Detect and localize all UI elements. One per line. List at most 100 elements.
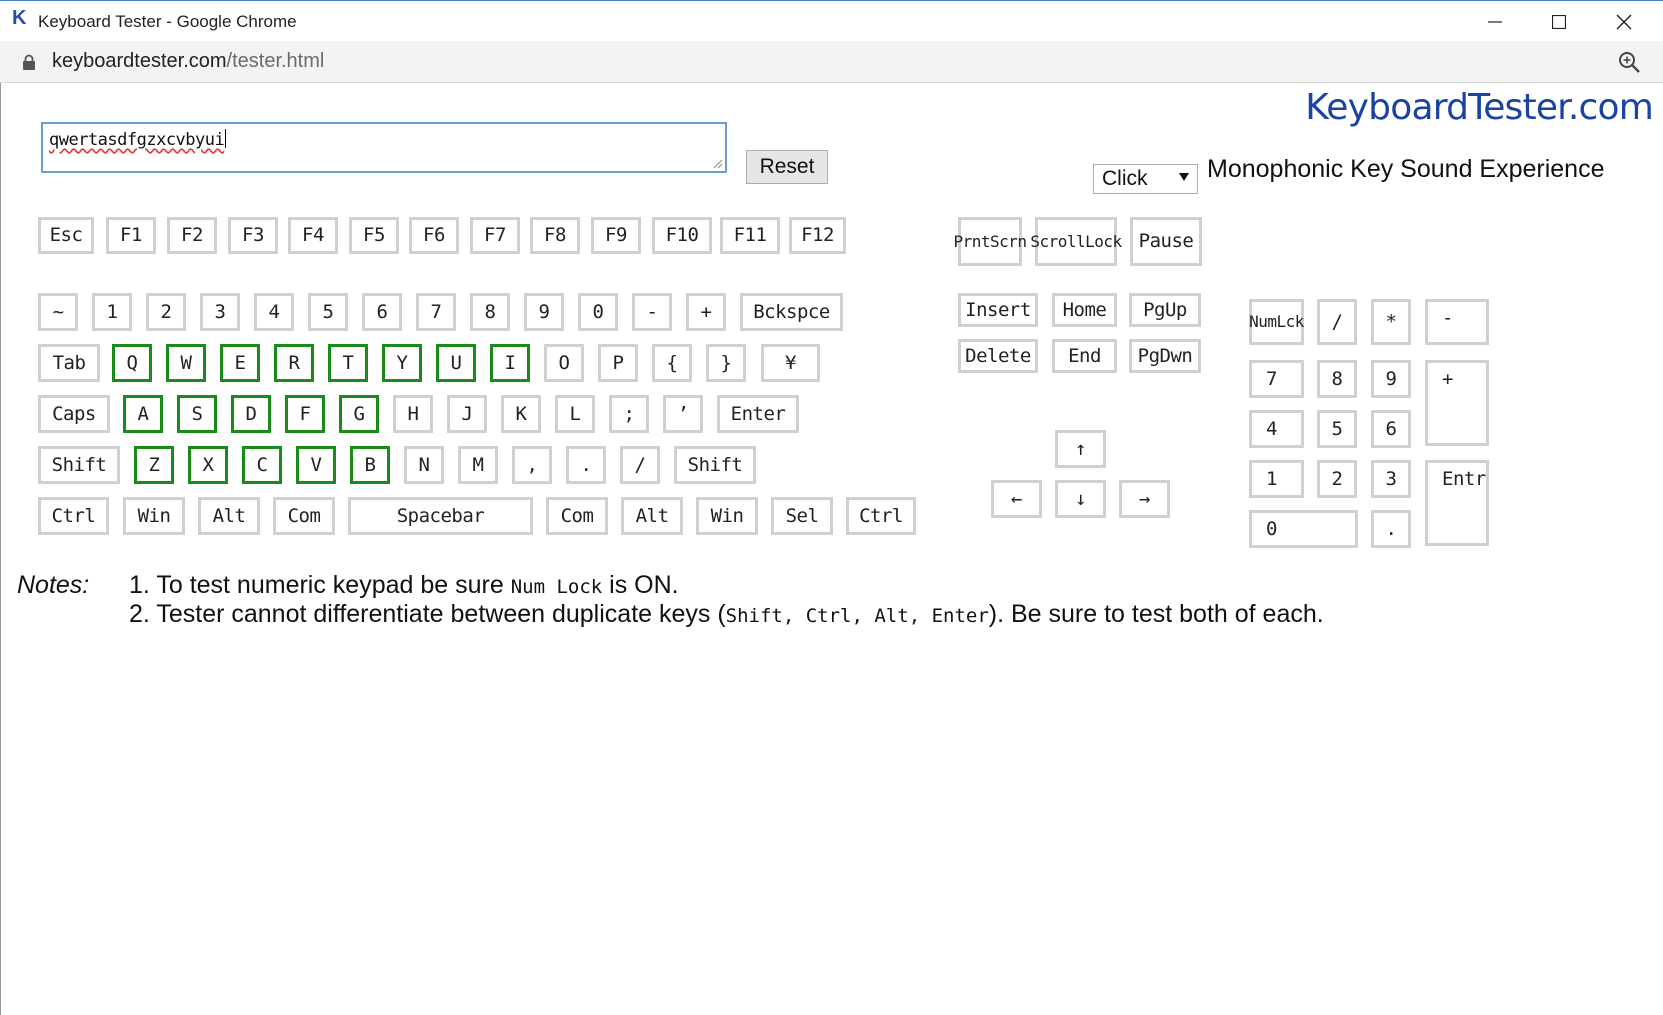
zoom-icon[interactable] [1618, 51, 1640, 73]
key-prnt-scrn: Prnt Scrn [953, 217, 1027, 266]
key-f12: F12 [789, 217, 846, 254]
key-3: 3 [200, 293, 240, 331]
minimize-icon [1488, 21, 1502, 23]
key-p: P [598, 344, 638, 382]
key-1-numpad: 1 [1249, 460, 1304, 498]
key-bckspce: Bckspce [740, 293, 843, 331]
key-entr-numpad: Entr [1425, 460, 1489, 546]
key-2-numpad: 2 [1317, 460, 1357, 498]
key-a: A [123, 395, 163, 433]
dropdown-arrow-icon [1179, 173, 1189, 181]
key-right-brace: } [706, 344, 746, 382]
key-9-numpad: 9 [1371, 360, 1411, 398]
key-y: Y [382, 344, 422, 382]
key-num-lck-numpad: Num Lck [1249, 299, 1304, 345]
key-plus: + [686, 293, 726, 331]
key-arrow-left: ← [991, 480, 1042, 518]
key-esc: Esc [38, 217, 94, 254]
key-l: L [555, 395, 595, 433]
key-o: O [544, 344, 584, 382]
lock-icon[interactable] [22, 54, 36, 71]
key-com-right: Com [546, 497, 608, 535]
key-u: U [436, 344, 476, 382]
brand-logo: KeyboardTester.com [1305, 87, 1654, 128]
key-semicolon: ; [609, 395, 649, 433]
key-h: H [393, 395, 433, 433]
url-domain: keyboardtester.com [52, 50, 227, 72]
maximize-icon [1552, 15, 1566, 29]
minimize-button[interactable] [1465, 5, 1525, 39]
key-f10: F10 [652, 217, 712, 254]
url-path: /tester.html [226, 50, 325, 72]
key-f11: F11 [720, 217, 780, 254]
key-2: 2 [146, 293, 186, 331]
key-scroll-lock: Scroll Lock [1030, 217, 1122, 266]
key-v: V [296, 446, 336, 484]
key-arrow-down: ↓ [1055, 480, 1106, 518]
key-w: W [166, 344, 206, 382]
key-f8: F8 [530, 217, 580, 254]
key-f4: F4 [288, 217, 338, 254]
maximize-button[interactable] [1529, 5, 1589, 39]
key-6: 6 [362, 293, 402, 331]
key-8-numpad: 8 [1317, 360, 1357, 398]
note-2: 2. Tester cannot differentiate between d… [129, 600, 1324, 628]
address-bar[interactable]: keyboardtester.com/tester.html [0, 41, 1663, 83]
key-q: Q [112, 344, 152, 382]
key-period-numpad: . [1371, 510, 1411, 548]
key-minus-numpad: - [1425, 299, 1489, 345]
key-sel: Sel [771, 497, 833, 535]
key-f1: F1 [106, 217, 156, 254]
key-f2: F2 [167, 217, 217, 254]
sound-label: Monophonic Key Sound Experience [1207, 155, 1605, 183]
sound-select[interactable]: Click [1093, 164, 1198, 194]
key-alt-left: Alt [198, 497, 260, 535]
site-favicon: K [12, 7, 27, 29]
key-7-numpad: 7 [1249, 360, 1304, 398]
key-pgdwn: PgDwn [1129, 339, 1201, 373]
url-text[interactable]: keyboardtester.com/tester.html [52, 50, 324, 73]
key-tilde: ~ [38, 293, 78, 331]
key-minus: - [632, 293, 672, 331]
key-yen: ¥ [761, 344, 820, 382]
key-arrow-right: → [1119, 480, 1170, 518]
key-5-numpad: 5 [1317, 410, 1357, 448]
key-apostrophe: ’ [663, 395, 703, 433]
key-4-numpad: 4 [1249, 410, 1304, 448]
key-pause: Pause [1130, 217, 1202, 266]
key-period: . [566, 446, 606, 484]
key-j: J [447, 395, 487, 433]
close-icon [1616, 14, 1632, 30]
key-caps: Caps [38, 395, 110, 433]
key-f7: F7 [470, 217, 520, 254]
key-0: 0 [578, 293, 618, 331]
key-home: Home [1052, 293, 1117, 327]
key-delete: Delete [958, 339, 1038, 373]
key-m: M [458, 446, 498, 484]
key-f9: F9 [591, 217, 641, 254]
key-plus-numpad: + [1425, 360, 1489, 446]
key-win-right: Win [696, 497, 758, 535]
notes-label: Notes: [17, 571, 90, 599]
text-caret [225, 129, 227, 148]
key-shift-left: Shift [38, 446, 120, 484]
key-win-left: Win [123, 497, 185, 535]
key-z: Z [134, 446, 174, 484]
key-r: R [274, 344, 314, 382]
key-7: 7 [416, 293, 456, 331]
resize-grip-icon[interactable] [713, 159, 723, 169]
key-alt-right: Alt [621, 497, 683, 535]
reset-button[interactable]: Reset [746, 150, 828, 184]
key-slash: / [620, 446, 660, 484]
key-t: T [328, 344, 368, 382]
note-2-code: Shift, Ctrl, Alt, Enter [725, 605, 989, 627]
key-f6: F6 [409, 217, 459, 254]
typing-test-input[interactable]: qwertasdfgzxcvbyui [41, 122, 727, 173]
key-pgup: PgUp [1129, 293, 1201, 327]
close-window-button[interactable] [1594, 5, 1654, 39]
key-i: I [490, 344, 530, 382]
key-enter: Enter [717, 395, 799, 433]
key-g: G [339, 395, 379, 433]
page-content: KeyboardTester.com qwertasdfgzxcvbyui Re… [0, 83, 1663, 1015]
key-left-brace: { [652, 344, 692, 382]
